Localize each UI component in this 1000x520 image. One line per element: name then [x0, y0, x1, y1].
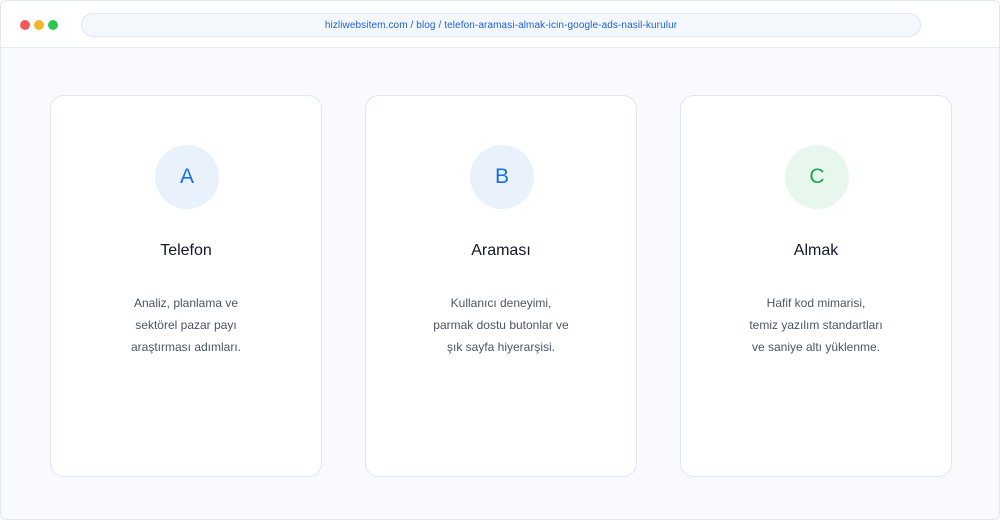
card-description-line: şık sayfa hiyerarşisi.: [446, 340, 556, 354]
card-description: Kullanıcı deneyimi, parmak dostu butonla…: [366, 292, 636, 358]
card-badge-a: A: [155, 145, 219, 209]
feature-card-b: B Araması Kullanıcı deneyimi, parmak dos…: [365, 95, 637, 477]
card-description-line: temiz yazılım standartları: [749, 318, 883, 332]
card-badge-letter: C: [809, 165, 825, 188]
card-description: Hafif kod mimarisi, temiz yazılım standa…: [681, 292, 951, 358]
card-description-line: Analiz, planlama ve: [133, 296, 239, 310]
card-description-line: Hafif kod mimarisi,: [766, 296, 866, 310]
card-badge-letter: B: [494, 165, 509, 188]
card-description-line: Kullanıcı deneyimi,: [450, 296, 552, 310]
card-badge-letter: A: [179, 165, 194, 188]
feature-cards: A Telefon Analiz, planlama ve sektörel p…: [50, 95, 952, 477]
feature-card-a: A Telefon Analiz, planlama ve sektörel p…: [50, 95, 322, 477]
card-description-line: ve saniye altı yüklenme.: [751, 340, 881, 354]
maximize-window-button[interactable]: [48, 20, 58, 30]
title-bar: hizliwebsitem.com / blog / telefon-arama…: [1, 1, 999, 48]
card-badge-b: B: [470, 145, 534, 209]
card-description: Analiz, planlama ve sektörel pazar payı …: [51, 292, 321, 358]
card-description-line: sektörel pazar payı: [135, 318, 237, 332]
card-description-line: parmak dostu butonlar ve: [433, 318, 569, 332]
card-description-line: araştırması adımları.: [130, 340, 242, 354]
address-bar[interactable]: hizliwebsitem.com / blog / telefon-arama…: [81, 13, 921, 37]
card-title: Araması: [471, 242, 531, 259]
address-bar-url: hizliwebsitem.com / blog / telefon-arama…: [324, 19, 678, 31]
browser-window: hizliwebsitem.com / blog / telefon-arama…: [0, 0, 1000, 520]
close-window-button[interactable]: [20, 20, 30, 30]
card-badge-c: C: [785, 145, 849, 209]
minimize-window-button[interactable]: [34, 20, 44, 30]
card-title: Telefon: [160, 242, 212, 259]
feature-card-c: C Almak Hafif kod mimarisi, temiz yazılı…: [680, 95, 952, 477]
card-title: Almak: [793, 242, 839, 259]
